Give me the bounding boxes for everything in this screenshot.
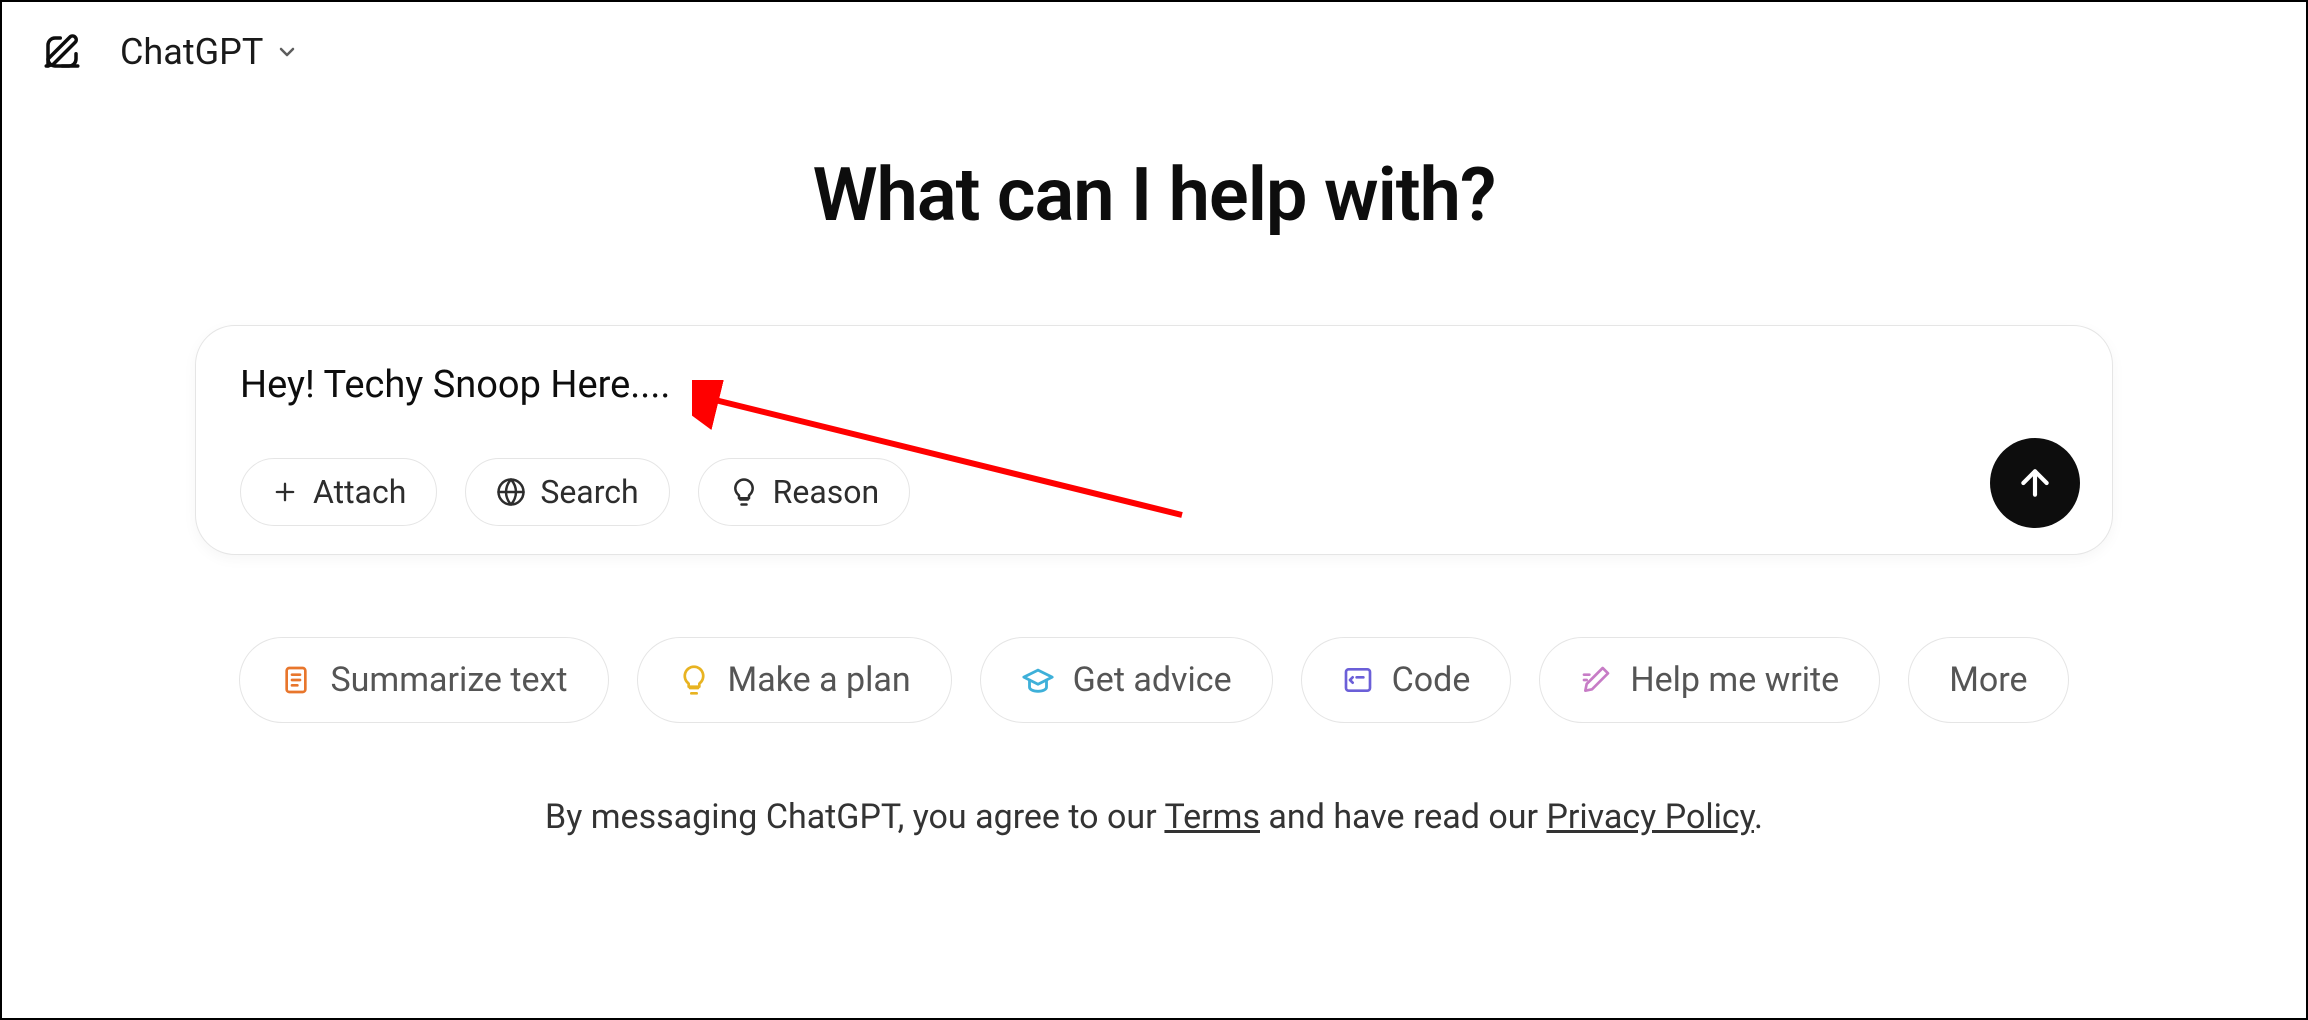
suggestion-row: Summarize text Make a plan Get advice (239, 637, 2068, 723)
footer-prefix: By messaging ChatGPT, you agree to our (545, 797, 1164, 837)
chevron-down-icon (275, 40, 299, 64)
model-selector[interactable]: ChatGPT (120, 31, 299, 73)
suggestion-plan[interactable]: Make a plan (637, 637, 952, 723)
pencil-icon (1580, 664, 1612, 696)
suggestion-more[interactable]: More (1908, 637, 2068, 723)
suggestion-more-label: More (1949, 660, 2027, 700)
graduation-cap-icon (1021, 663, 1055, 697)
new-chat-button[interactable] (40, 30, 84, 74)
compose-icon (41, 31, 83, 73)
privacy-link[interactable]: Privacy Policy (1546, 797, 1754, 837)
lightbulb-icon (729, 477, 759, 507)
lightbulb-yellow-icon (678, 664, 710, 696)
reason-label: Reason (773, 473, 880, 511)
terms-link[interactable]: Terms (1164, 797, 1260, 837)
suggestion-write-label: Help me write (1630, 660, 1839, 700)
suggestion-advice[interactable]: Get advice (980, 637, 1273, 723)
search-button[interactable]: Search (465, 458, 669, 526)
attach-label: Attach (313, 473, 406, 511)
suggestion-summarize-label: Summarize text (330, 660, 567, 700)
suggestion-code-label: Code (1392, 660, 1471, 700)
footer-mid: and have read our (1260, 797, 1546, 837)
search-label: Search (540, 473, 638, 511)
header-bar: ChatGPT (2, 2, 2306, 102)
send-button[interactable] (1990, 438, 2080, 528)
composer-tools-row: Attach Search Reason (240, 458, 2068, 526)
attach-button[interactable]: Attach (240, 458, 437, 526)
plus-icon (271, 478, 299, 506)
model-name-label: ChatGPT (120, 31, 263, 73)
document-icon (280, 664, 312, 696)
main-area: What can I help with? Attach (2, 102, 2306, 837)
composer-wrapper: Attach Search Reason (195, 325, 2113, 555)
footer-suffix: . (1754, 797, 1763, 837)
suggestion-summarize[interactable]: Summarize text (239, 637, 608, 723)
suggestion-code[interactable]: Code (1301, 637, 1512, 723)
page-headline: What can I help with? (813, 152, 1496, 239)
message-composer: Attach Search Reason (195, 325, 2113, 555)
reason-button[interactable]: Reason (698, 458, 911, 526)
arrow-up-icon (2015, 463, 2055, 503)
suggestion-plan-label: Make a plan (728, 660, 911, 700)
suggestion-advice-label: Get advice (1073, 660, 1232, 700)
code-icon (1342, 664, 1374, 696)
disclaimer-footer: By messaging ChatGPT, you agree to our T… (545, 797, 1763, 837)
message-input[interactable] (240, 360, 2068, 410)
suggestion-write[interactable]: Help me write (1539, 637, 1880, 723)
globe-icon (496, 477, 526, 507)
